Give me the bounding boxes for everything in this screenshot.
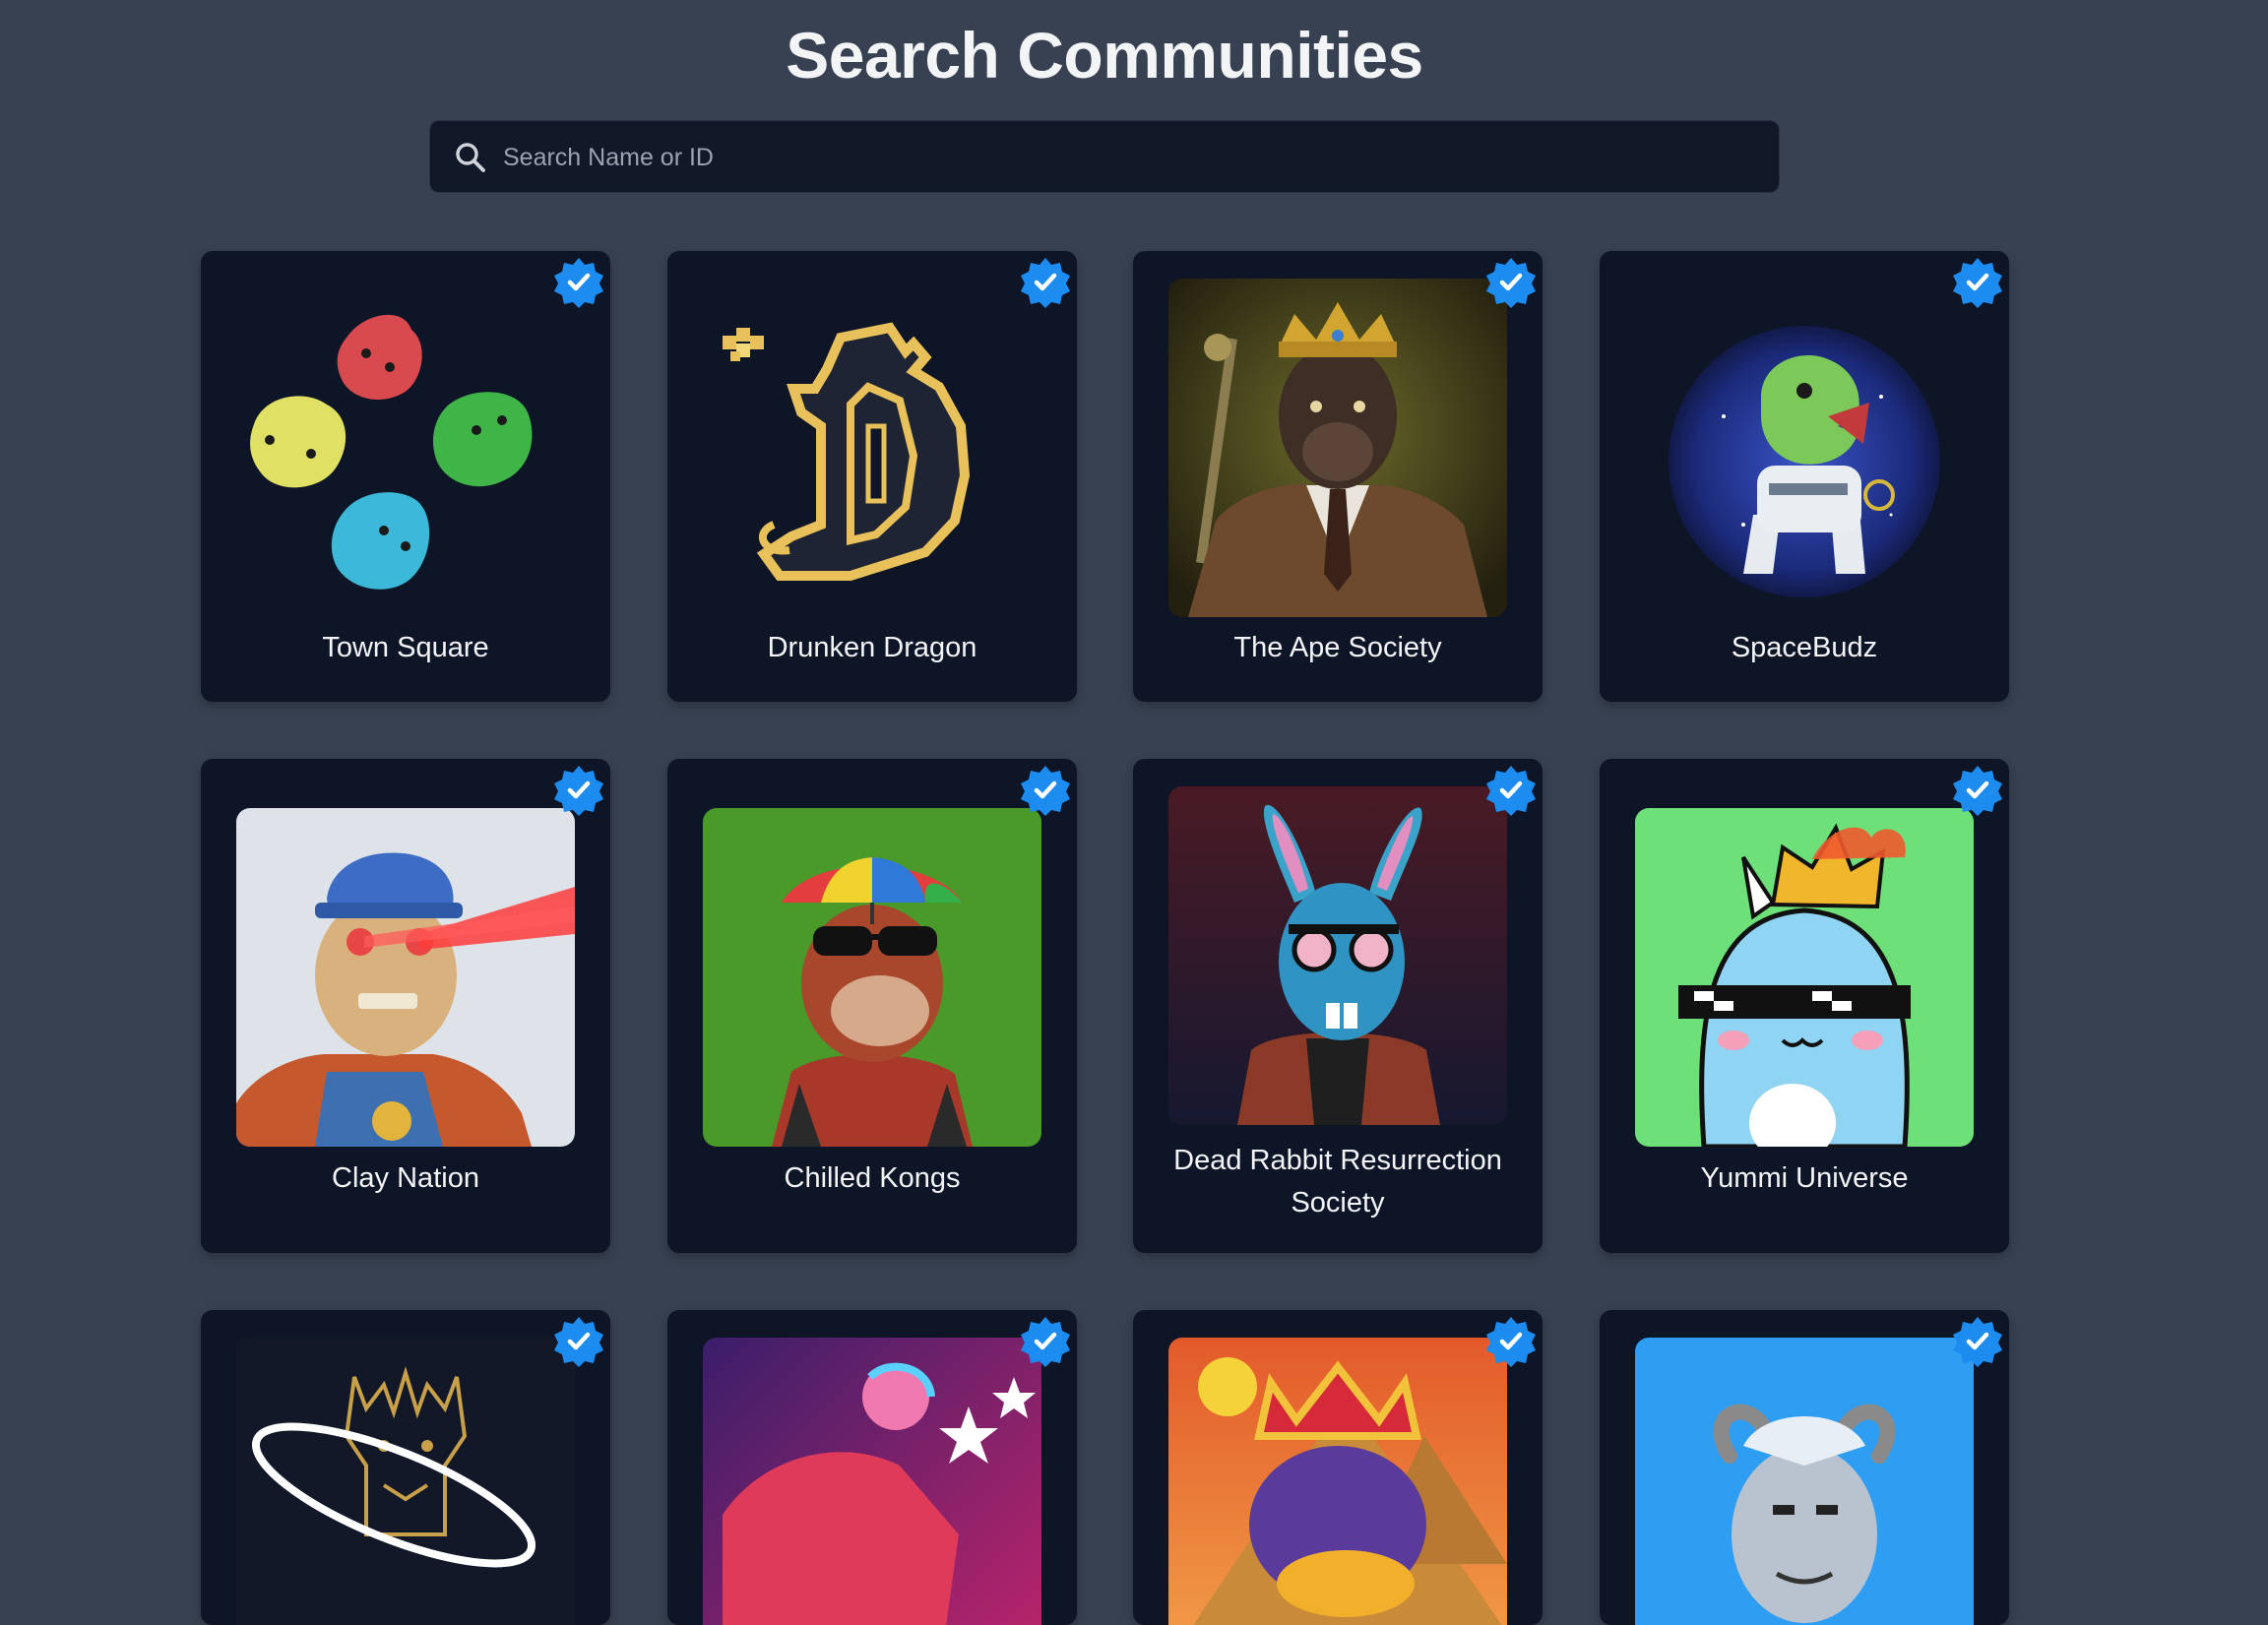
community-card-yummi-universe[interactable]: Yummi Universe bbox=[1600, 759, 2009, 1253]
community-image bbox=[1635, 279, 1974, 617]
verified-badge-icon bbox=[1020, 765, 1071, 816]
verified-badge-icon bbox=[553, 257, 604, 308]
verified-badge-icon bbox=[1020, 257, 1071, 308]
community-name: Chilled Kongs bbox=[784, 1162, 961, 1194]
search-bar[interactable] bbox=[429, 120, 1780, 194]
community-name: Dead Rabbit Resurrection Society bbox=[1173, 1145, 1502, 1219]
search-input[interactable] bbox=[501, 121, 1765, 194]
community-name: Clay Nation bbox=[332, 1162, 479, 1194]
community-name: SpaceBudz bbox=[1731, 632, 1878, 663]
community-name: The Ape Society bbox=[1233, 632, 1442, 663]
verified-badge-icon bbox=[553, 1316, 604, 1367]
community-card-drunken-dragon[interactable]: Drunken Dragon bbox=[667, 251, 1077, 702]
community-image bbox=[703, 279, 1041, 617]
community-image bbox=[236, 279, 575, 617]
verified-badge-icon bbox=[1485, 765, 1537, 816]
community-image bbox=[1168, 786, 1507, 1125]
community-image bbox=[1168, 1338, 1507, 1625]
community-image bbox=[236, 808, 575, 1147]
community-name: Town Square bbox=[322, 632, 489, 663]
search-icon bbox=[454, 141, 487, 174]
community-card-dead-rabbit-resurrection-society[interactable]: Dead Rabbit Resurrection Society bbox=[1133, 759, 1543, 1253]
community-name: Yummi Universe bbox=[1700, 1162, 1909, 1194]
community-card-the-ape-society[interactable]: The Ape Society bbox=[1133, 251, 1543, 702]
verified-badge-icon bbox=[1952, 765, 2003, 816]
community-card-spacebudz[interactable]: SpaceBudz bbox=[1600, 251, 2009, 702]
community-card-clay-nation[interactable]: Clay Nation bbox=[201, 759, 610, 1253]
verified-badge-icon bbox=[1485, 1316, 1537, 1367]
verified-badge-icon bbox=[1952, 1316, 2003, 1367]
community-image bbox=[703, 1338, 1041, 1625]
community-card[interactable] bbox=[201, 1310, 610, 1625]
community-image bbox=[703, 808, 1041, 1147]
verified-badge-icon bbox=[1020, 1316, 1071, 1367]
community-card-town-square[interactable]: Town Square bbox=[201, 251, 610, 702]
community-card[interactable] bbox=[667, 1310, 1077, 1625]
verified-badge-icon bbox=[553, 765, 604, 816]
verified-badge-icon bbox=[1952, 257, 2003, 308]
community-card[interactable] bbox=[1133, 1310, 1543, 1625]
community-card[interactable] bbox=[1600, 1310, 2009, 1625]
community-image bbox=[1635, 1338, 1974, 1625]
community-card-chilled-kongs[interactable]: Chilled Kongs bbox=[667, 759, 1077, 1253]
community-image bbox=[236, 1338, 575, 1625]
community-image bbox=[1168, 279, 1507, 617]
page-title: Search Communities bbox=[786, 19, 1423, 92]
community-name: Drunken Dragon bbox=[767, 632, 977, 663]
verified-badge-icon bbox=[1485, 257, 1537, 308]
community-image bbox=[1635, 808, 1974, 1147]
